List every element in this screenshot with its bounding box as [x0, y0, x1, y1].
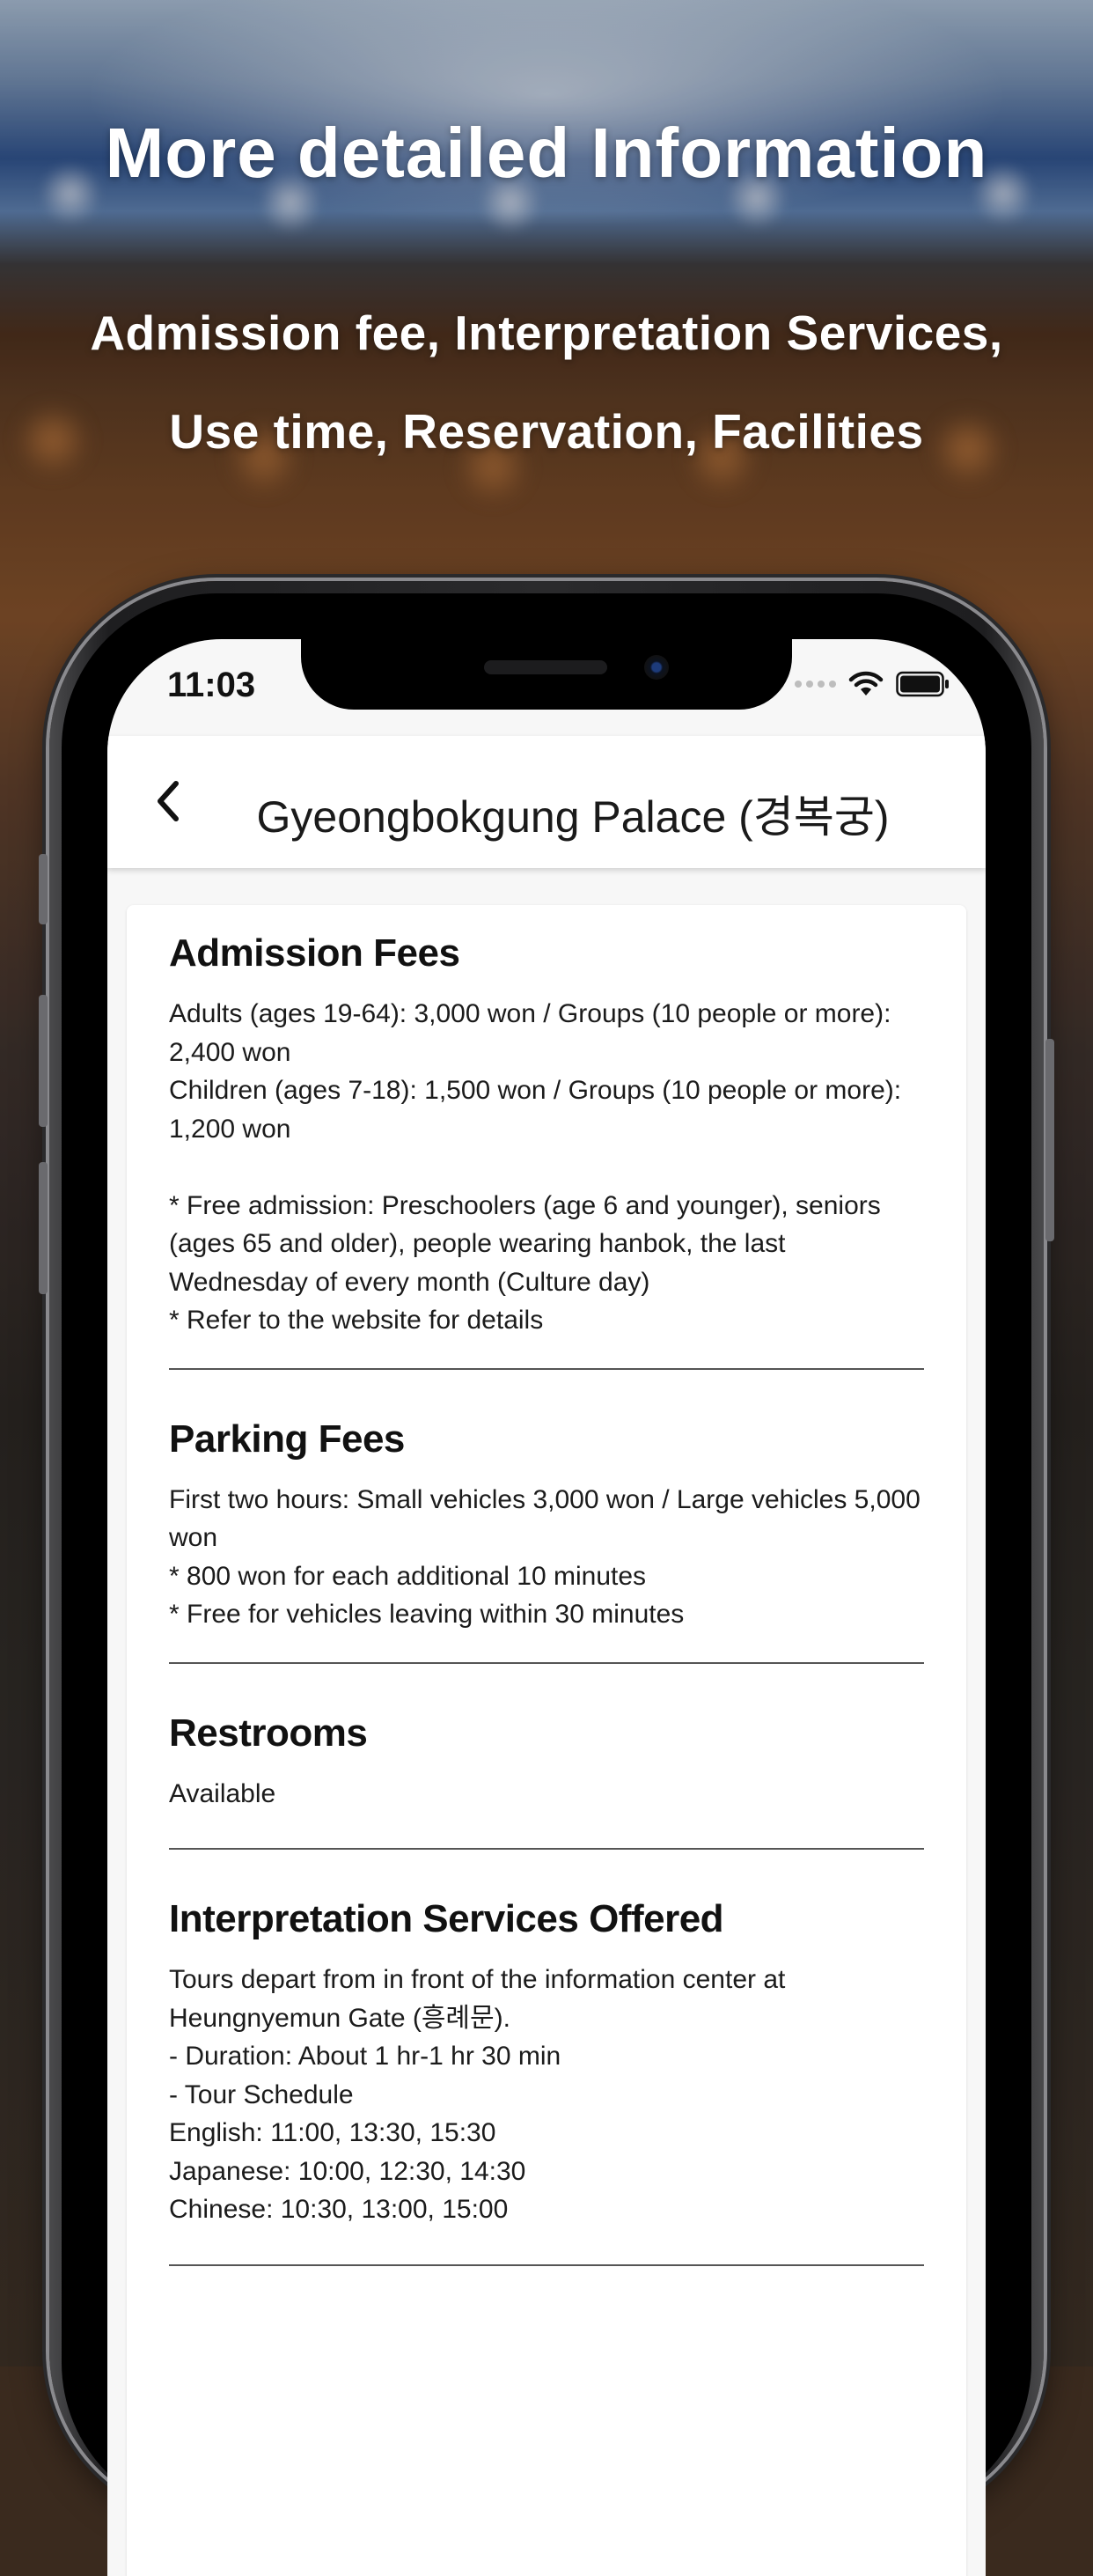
section-title: Restrooms — [169, 1711, 368, 1755]
section-body: First two hours: Small vehicles 3,000 wo… — [169, 1484, 921, 1630]
section-title: Parking Fees — [169, 1417, 405, 1461]
section-body: Tours depart from in front of the inform… — [169, 1965, 786, 2224]
section-parking-fees: Parking Fees First two hours: Small vehi… — [127, 1417, 966, 1634]
section-interpretation-services: Interpretation Services Offered Tours de… — [127, 1897, 966, 2229]
status-time: 11:03 — [167, 666, 256, 704]
promo-subline-1: Admission fee, Interpretation Services, — [90, 305, 1003, 360]
volume-up-button — [39, 995, 48, 1127]
section-body: Available — [169, 1778, 276, 1808]
info-card: Admission Fees Adults (ages 19-64): 3,00… — [127, 905, 966, 2576]
phone-frame: 11:03 Gyeongbokgung Palace (경복궁) Admissi… — [39, 581, 1054, 2576]
promo-subline-2: Use time, Reservation, Facilities — [169, 404, 924, 459]
section-divider — [169, 1848, 924, 1850]
speaker-grille — [484, 660, 607, 674]
volume-down-button — [39, 1162, 48, 1294]
navigation-bar: Gyeongbokgung Palace (경복궁) — [107, 736, 986, 868]
promo-headline: More detailed Information — [105, 114, 988, 192]
section-divider — [169, 1367, 924, 1370]
battery-icon — [896, 671, 949, 697]
power-button — [1045, 1039, 1054, 1241]
section-body: Adults (ages 19-64): 3,000 won / Groups … — [169, 999, 902, 1335]
status-indicators — [795, 671, 950, 697]
section-admission-fees: Admission Fees Adults (ages 19-64): 3,00… — [127, 931, 966, 1340]
section-divider — [169, 1661, 924, 1664]
section-title: Admission Fees — [169, 931, 460, 975]
signal-icon — [795, 681, 836, 688]
back-chevron-icon[interactable] — [143, 775, 195, 828]
section-divider — [169, 2263, 924, 2266]
front-camera — [644, 655, 669, 680]
section-restrooms: Restrooms Available — [127, 1711, 966, 1814]
section-title: Interpretation Services Offered — [169, 1897, 724, 1940]
mute-switch — [39, 854, 48, 924]
wifi-icon — [848, 671, 884, 696]
page-title: Gyeongbokgung Palace (경복궁) — [256, 792, 890, 842]
notch — [301, 639, 792, 710]
app-screen: 11:03 Gyeongbokgung Palace (경복궁) Admissi… — [107, 639, 986, 2576]
